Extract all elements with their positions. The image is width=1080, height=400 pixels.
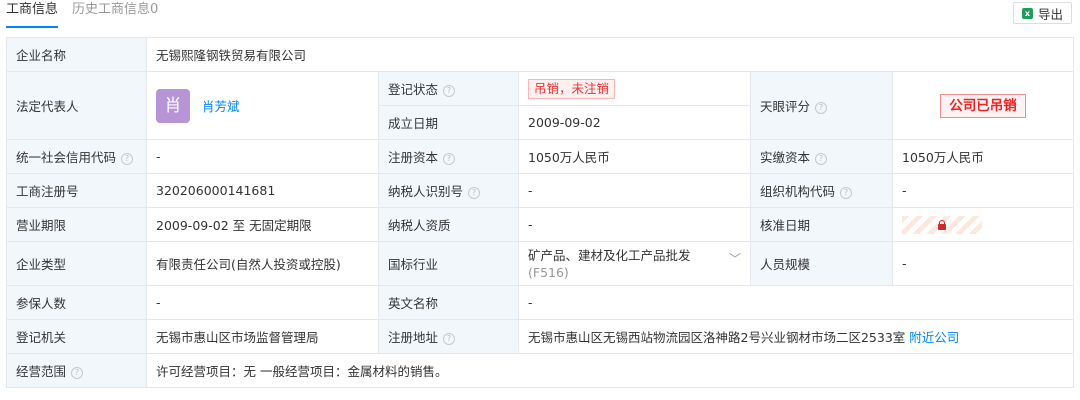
reg-capital-value: 1050万人民币 — [518, 139, 751, 174]
insured-value: - — [146, 285, 379, 320]
reg-status-label-cell: 登记状态? — [378, 71, 519, 106]
type-label: 企业类型 — [6, 241, 147, 286]
industry-cell[interactable]: ﹀ 矿产品、建材及化工产品批发(F516) — [518, 241, 751, 286]
table-row: 工商注册号 320206000141681 纳税人识别号? - 组织机构代码? … — [6, 173, 1075, 208]
taxpayer-id-value: - — [518, 173, 751, 208]
tianyan-label-cell: 天眼评分? — [750, 71, 893, 140]
help-icon[interactable]: ? — [468, 186, 481, 199]
company-name-value: 无锡熙隆钢铁贸易有限公司 — [145, 37, 1075, 72]
credit-code-label: 统一社会信用代码 — [16, 150, 117, 165]
table-row: 参保人数 - 英文名称 - — [6, 285, 1075, 320]
scope-label: 经营范围 — [16, 364, 67, 379]
table-row: 企业类型 有限责任公司(自然人投资或控股) 国标行业 ﹀ 矿产品、建材及化工产品… — [6, 241, 1075, 286]
help-icon[interactable]: ? — [443, 152, 456, 165]
taxpayer-qual-label: 纳税人资质 — [378, 207, 519, 242]
industry-value: 矿产品、建材及化工产品批发 — [528, 247, 691, 263]
excel-icon: x — [1021, 7, 1033, 19]
address-label-cell: 注册地址? — [378, 319, 519, 354]
credit-code-label-cell: 统一社会信用代码? — [6, 139, 147, 174]
approve-date-locked-cell[interactable] — [891, 207, 1075, 242]
english-name-label: 英文名称 — [378, 285, 519, 320]
staff-value: - — [891, 241, 1075, 286]
tab-history-business-info[interactable]: 历史工商信息0 — [72, 0, 158, 26]
reg-capital-label: 注册资本 — [388, 150, 439, 165]
table-row: 经营范围? 许可经营项目：无 一般经营项目：金属材料的销售。 — [6, 353, 1075, 388]
taxpayer-id-label: 纳税人识别号 — [388, 184, 464, 199]
insured-label: 参保人数 — [6, 285, 147, 320]
help-icon[interactable]: ? — [121, 152, 134, 165]
term-value: 2009-09-02 至 无固定期限 — [146, 207, 379, 242]
industry-code: (F516) — [528, 264, 569, 280]
english-name-value: - — [517, 285, 1075, 320]
legal-rep-name-link[interactable]: 肖芳斌 — [202, 99, 240, 114]
table-row: 登记机关 无锡市惠山区市场监督管理局 注册地址? 无锡市惠山区无锡西站物流园区洛… — [6, 319, 1075, 354]
found-date-label: 成立日期 — [378, 105, 519, 140]
scope-label-cell: 经营范围? — [6, 353, 147, 388]
paid-capital-label-cell: 实缴资本? — [750, 139, 893, 174]
org-code-label-cell: 组织机构代码? — [750, 173, 893, 208]
approve-date-label: 核准日期 — [750, 207, 893, 242]
org-code-value: - — [891, 173, 1075, 208]
authority-value: 无锡市惠山区市场监督管理局 — [146, 319, 379, 354]
help-icon[interactable]: ? — [443, 332, 456, 345]
scope-value: 许可经营项目：无 一般经营项目：金属材料的销售。 — [145, 353, 1075, 388]
nearby-companies-link[interactable]: 附近公司 — [909, 330, 959, 345]
industry-label: 国标行业 — [378, 241, 519, 286]
reg-no-label: 工商注册号 — [6, 173, 147, 208]
business-info-table: 企业名称 无锡熙隆钢铁贸易有限公司 法定代表人 肖 肖芳斌 登记状态? 吊销，未… — [6, 37, 1075, 388]
export-button[interactable]: x 导出 — [1012, 2, 1072, 24]
legal-rep-label: 法定代表人 — [6, 71, 147, 140]
staff-label: 人员规模 — [750, 241, 893, 286]
reg-capital-label-cell: 注册资本? — [378, 139, 519, 174]
address-label: 注册地址 — [388, 330, 439, 345]
status-badge: 吊销，未注销 — [528, 78, 616, 99]
lock-icon-body — [938, 223, 946, 230]
tab-bar: 工商信息 历史工商信息0 — [6, 0, 172, 28]
type-value: 有限责任公司(自然人投资或控股) — [146, 241, 379, 286]
export-label: 导出 — [1037, 6, 1063, 22]
table-row: 营业期限 2009-09-02 至 无固定期限 纳税人资质 - 核准日期 — [6, 207, 1075, 242]
table-row: 企业名称 无锡熙隆钢铁贸易有限公司 — [6, 37, 1075, 72]
locked-value-bar[interactable] — [902, 215, 982, 234]
found-date-value: 2009-09-02 — [518, 105, 751, 140]
term-label: 营业期限 — [6, 207, 147, 242]
org-code-label: 组织机构代码 — [760, 184, 836, 199]
avatar[interactable]: 肖 — [156, 88, 190, 123]
help-icon[interactable]: ? — [443, 84, 456, 97]
credit-code-value: - — [146, 139, 379, 174]
help-icon[interactable]: ? — [815, 152, 828, 165]
reg-no-value: 320206000141681 — [146, 173, 379, 208]
address-value: 无锡市惠山区无锡西站物流园区洛神路2号兴业钢材市场二区2533室 — [528, 330, 906, 345]
address-cell: 无锡市惠山区无锡西站物流园区洛神路2号兴业钢材市场二区2533室 附近公司 — [517, 319, 1075, 354]
tab-business-info[interactable]: 工商信息 — [6, 0, 59, 28]
help-icon[interactable]: ? — [840, 186, 853, 199]
reg-status-label: 登记状态 — [388, 82, 439, 97]
revoked-stamp: 公司已吊销 — [940, 93, 1026, 118]
paid-capital-label: 实缴资本 — [760, 150, 811, 165]
company-name-label: 企业名称 — [6, 37, 147, 72]
paid-capital-value: 1050万人民币 — [891, 139, 1075, 174]
tianyan-score-cell[interactable]: 公司已吊销 — [891, 71, 1075, 140]
table-row: 法定代表人 肖 肖芳斌 登记状态? 吊销，未注销 天眼评分? 公司已吊销 — [6, 71, 1075, 140]
help-icon[interactable]: ? — [815, 101, 828, 114]
reg-status-cell: 吊销，未注销 — [518, 71, 751, 106]
taxpayer-id-label-cell: 纳税人识别号? — [378, 173, 519, 208]
chevron-down-icon[interactable]: ﹀ — [729, 251, 741, 268]
top-bar: 工商信息 历史工商信息0 x 导出 — [0, 0, 1080, 28]
taxpayer-qual-value: - — [518, 207, 751, 242]
authority-label: 登记机关 — [6, 319, 147, 354]
table-row: 统一社会信用代码? - 注册资本? 1050万人民币 实缴资本? 1050万人民… — [6, 139, 1075, 174]
legal-rep-cell: 肖 肖芳斌 — [146, 71, 379, 140]
help-icon[interactable]: ? — [71, 366, 84, 379]
tianyan-label: 天眼评分 — [760, 99, 811, 114]
